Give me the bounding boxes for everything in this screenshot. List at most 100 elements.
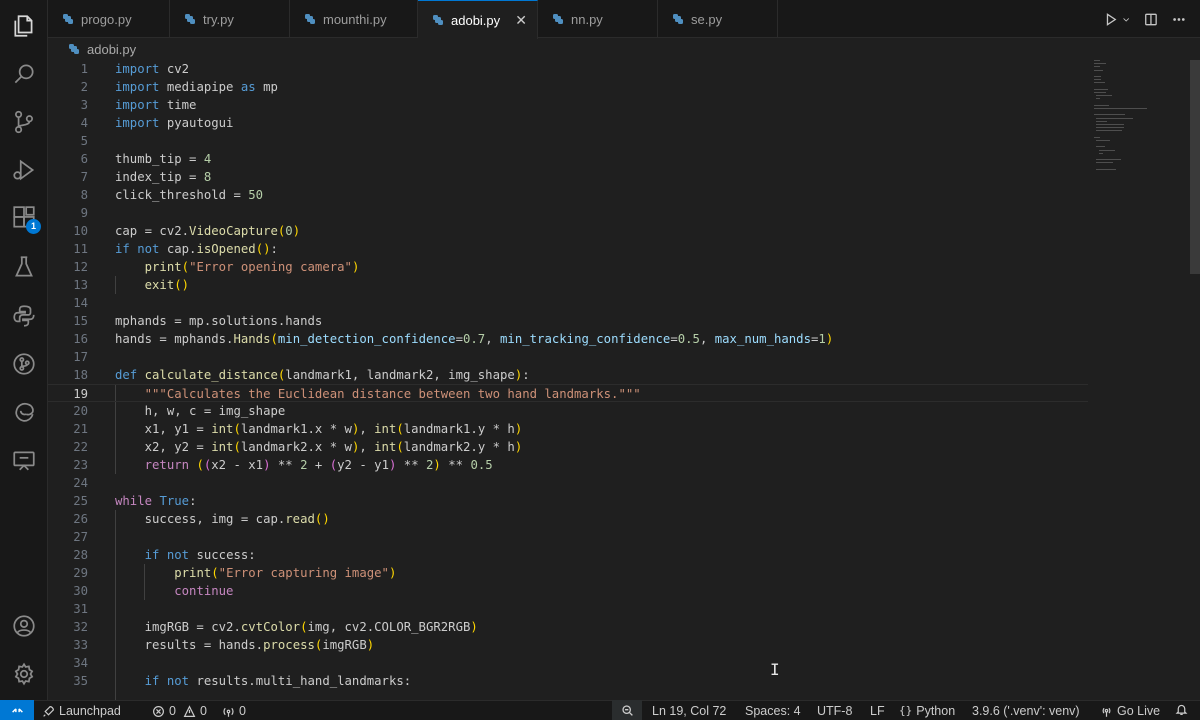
launchpad-item[interactable]: Launchpad: [42, 703, 121, 719]
code-editor[interactable]: 1 import cv2 2 import mediapipe as mp 3 impor…: [48, 60, 1088, 700]
line-number: 16: [73, 332, 88, 346]
code-line[interactable]: 35 if not results.multi_hand_landmarks:: [48, 672, 1088, 690]
line-number: 3: [80, 98, 88, 112]
code-line[interactable]: 32 imgRGB = cv2.cvtColor(img, cv2.COLOR_…: [48, 618, 1088, 636]
code-line[interactable]: 22 x2, y2 = int(landmark2.x * w), int(la…: [48, 438, 1088, 456]
code-line[interactable]: 2 import mediapipe as mp: [48, 78, 1088, 96]
code-line[interactable]: 21 x1, y1 = int(landmark1.x * w), int(la…: [48, 420, 1088, 438]
code-text: def calculate_distance(landmark1, landma…: [115, 368, 530, 382]
close-icon[interactable]: ✕: [515, 13, 527, 27]
line-number: 26: [73, 512, 88, 526]
tab-mounthi[interactable]: mounthi.py: [290, 0, 418, 38]
code-line[interactable]: 29 print("Error capturing image"): [48, 564, 1088, 582]
scrollbar-thumb[interactable]: [1190, 60, 1200, 274]
code-line[interactable]: 26 success, img = cap.read(): [48, 510, 1088, 528]
cursor-position[interactable]: Ln 19, Col 72: [652, 703, 726, 719]
error-icon: [153, 705, 164, 717]
notifications-item[interactable]: [1175, 703, 1188, 716]
breadcrumb[interactable]: adobi.py: [48, 38, 1088, 60]
zoom-item[interactable]: [612, 700, 642, 720]
code-line[interactable]: 11 if not cap.isOpened():: [48, 240, 1088, 258]
code-line[interactable]: 12 print("Error opening camera"): [48, 258, 1088, 276]
run-play-icon[interactable]: [1104, 12, 1118, 27]
remote-icon: [11, 708, 23, 713]
tab-label: try.py: [203, 11, 234, 27]
code-line[interactable]: 27: [48, 528, 1088, 546]
git-graph-icon[interactable]: [10, 350, 38, 378]
line-number: 1: [80, 62, 88, 76]
explorer-icon[interactable]: [10, 12, 38, 40]
code-line[interactable]: 9: [48, 204, 1088, 222]
accounts-icon[interactable]: [10, 612, 38, 640]
settings-gear-icon[interactable]: [10, 660, 38, 688]
tab-nn[interactable]: nn.py: [538, 0, 658, 38]
code-text: """Calculates the Euclidean distance bet…: [144, 387, 641, 401]
code-line[interactable]: 4 import pyautogui: [48, 114, 1088, 132]
tab-try[interactable]: try.py: [170, 0, 290, 38]
testing-icon[interactable]: [10, 253, 38, 281]
code-line[interactable]: 33 results = hands.process(imgRGB): [48, 636, 1088, 654]
code-line[interactable]: 17: [48, 348, 1088, 366]
python-icon[interactable]: [10, 302, 38, 330]
go-live-item[interactable]: Go Live: [1100, 703, 1160, 719]
tab-label: se.py: [691, 11, 723, 27]
minimap-line: [1096, 98, 1100, 100]
line-number: 21: [73, 422, 88, 436]
extensions-icon[interactable]: 1: [10, 204, 41, 234]
code-line[interactable]: 31: [48, 600, 1088, 618]
code-line[interactable]: 25 while True:: [48, 492, 1088, 510]
code-text: mphands = mp.solutions.hands: [115, 314, 323, 328]
line-number: 4: [80, 116, 88, 130]
code-line[interactable]: 1 import cv2: [48, 60, 1088, 78]
code-line[interactable]: 28 if not success:: [48, 546, 1088, 564]
code-line[interactable]: 7 index_tip = 8: [48, 168, 1088, 186]
bell-icon: [1175, 704, 1188, 715]
broadcast-icon: [223, 707, 234, 717]
line-number: 9: [80, 206, 88, 220]
code-line[interactable]: 16 hands = mphands.Hands(min_detection_co…: [48, 330, 1088, 348]
source-control-icon[interactable]: [10, 108, 38, 136]
code-line[interactable]: 15 mphands = mp.solutions.hands: [48, 312, 1088, 330]
run-debug-icon[interactable]: [10, 156, 38, 184]
code-line[interactable]: 30 continue: [48, 582, 1088, 600]
code-line[interactable]: 34: [48, 654, 1088, 672]
tab-progo[interactable]: progo.py: [48, 0, 170, 38]
code-line[interactable]: 5: [48, 132, 1088, 150]
tab-se[interactable]: se.py: [658, 0, 778, 38]
ports-item[interactable]: 0: [222, 703, 246, 719]
remote-indicator[interactable]: [0, 700, 34, 720]
line-number: 30: [73, 584, 88, 598]
code-line[interactable]: 14: [48, 294, 1088, 312]
problems-item[interactable]: 0 0: [152, 703, 207, 719]
more-actions-icon[interactable]: [1172, 12, 1186, 27]
minimap-line: [1094, 79, 1102, 81]
code-text: success, img = cap.read(): [115, 512, 330, 526]
indentation[interactable]: Spaces: 4: [745, 703, 801, 719]
python-file-icon: [433, 15, 443, 25]
edge-devtools-icon[interactable]: [10, 398, 38, 426]
code-line[interactable]: 23 return ((x2 - x1) ** 2 + (y2 - y1) **…: [48, 456, 1088, 474]
minimap-line: [1096, 127, 1125, 129]
remote-explorer-icon[interactable]: [10, 446, 38, 474]
line-number: 19: [73, 387, 88, 401]
language-mode[interactable]: {} Python: [899, 703, 955, 719]
code-line[interactable]: 13 exit(): [48, 276, 1088, 294]
split-editor-icon[interactable]: [1144, 12, 1158, 27]
code-line[interactable]: 10 cap = cv2.VideoCapture(0): [48, 222, 1088, 240]
end-of-line[interactable]: LF: [870, 703, 885, 719]
code-line[interactable]: 19 """Calculates the Euclidean distance …: [48, 384, 1088, 402]
code-line[interactable]: 6 thumb_tip = 4: [48, 150, 1088, 168]
python-interpreter[interactable]: 3.9.6 ('.venv': venv): [972, 703, 1080, 719]
breadcrumb-file[interactable]: adobi.py: [87, 42, 136, 57]
code-line[interactable]: 24: [48, 474, 1088, 492]
tab-adobi[interactable]: adobi.py ✕: [418, 0, 538, 39]
encoding[interactable]: UTF-8: [817, 703, 852, 719]
search-icon[interactable]: [10, 60, 38, 88]
chevron-down-icon[interactable]: [1122, 12, 1130, 27]
code-line[interactable]: 8 click_threshold = 50: [48, 186, 1088, 204]
minimap[interactable]: [1090, 60, 1188, 190]
code-line[interactable]: 20 h, w, c = img_shape: [48, 402, 1088, 420]
code-line[interactable]: 3 import time: [48, 96, 1088, 114]
minimap-line: [1096, 140, 1111, 141]
code-line[interactable]: 18 def calculate_distance(landmark1, land…: [48, 366, 1088, 384]
